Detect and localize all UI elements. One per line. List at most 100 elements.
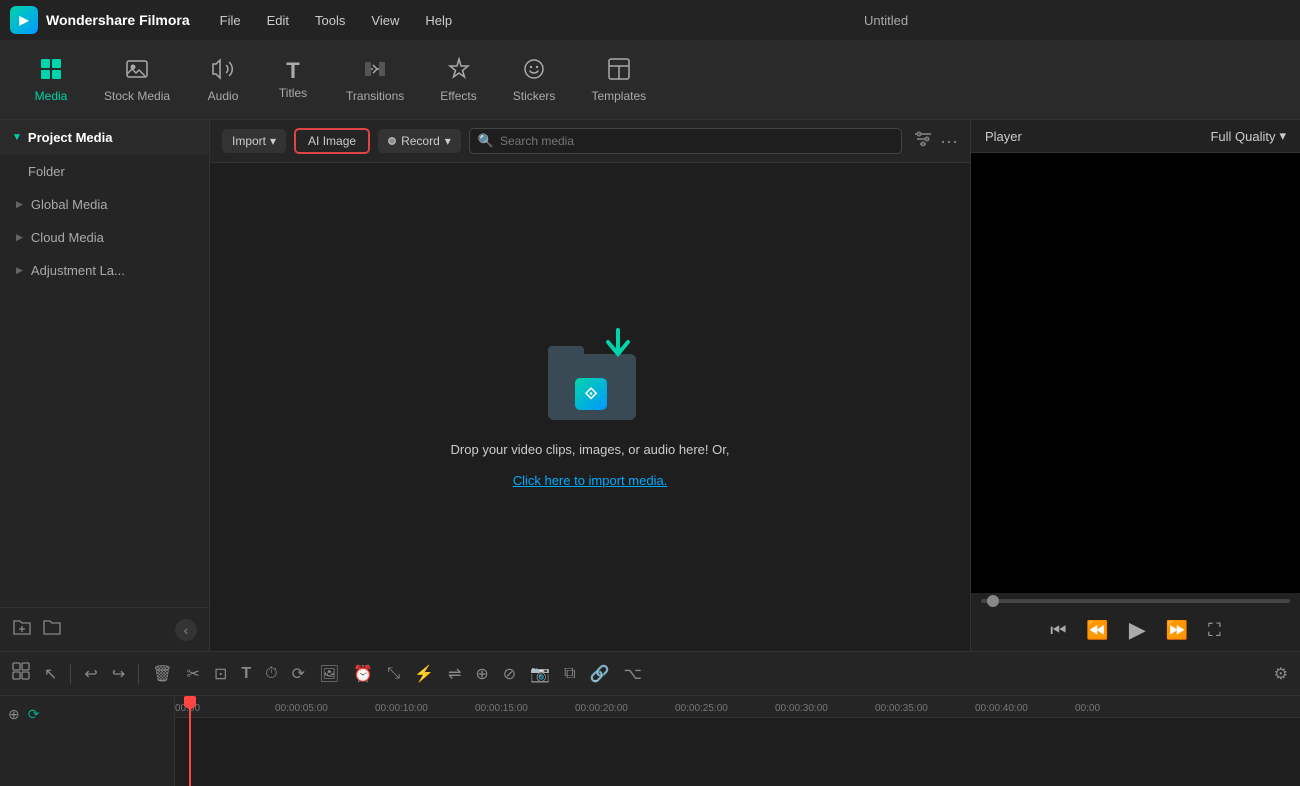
templates-icon [607,57,631,85]
folder-illustration: ⟐ [540,326,650,426]
tool-titles-label: Titles [279,86,307,100]
step-back-button[interactable]: ⏮ [1050,620,1066,641]
crop-button[interactable]: ⊡ [210,660,231,688]
tool-effects[interactable]: Effects [422,49,494,111]
ruler-mark-5: 00:00:25:00 [675,703,728,714]
tool-templates[interactable]: Templates [573,49,664,111]
tool-audio[interactable]: Audio [188,49,258,111]
sidebar-bottom: ‹ [0,607,209,651]
timeline-ruler-area: ⊕ ⟳ 00:00 00:00:05:00 00:00:10:00 00:00:… [0,696,1300,786]
sidebar-item-adjustment-layer[interactable]: ▶ Adjustment La... [0,254,209,287]
player-header: Player Full Quality ▾ [971,120,1300,153]
expand-button[interactable]: ⤡ [383,661,404,687]
tool-stickers[interactable]: Stickers [495,49,574,111]
adjustment-layer-label: Adjustment La... [31,263,125,278]
timeline-area: ↖ ↩ ↪ 🗑 ✂ ⊡ T ⏱ ⟳ 🖼 ⏰ ⤡ ⚡ ⇌ ⊕ ⊘ 📷 ⧉ 🔗 ⌥ … [0,651,1300,786]
timer-button[interactable]: ⏱ [261,661,281,687]
playhead[interactable] [189,696,191,786]
menu-tools[interactable]: Tools [305,9,355,32]
split-button[interactable]: ⌥ [619,660,645,688]
media-drop-area[interactable]: ⟐ Drop your video clips, images, or audi… [210,163,970,651]
timeline-track-labels: ⊕ ⟳ [0,696,175,786]
detach-audio-button[interactable]: ⊘ [499,660,520,688]
tool-media[interactable]: Media [16,49,86,111]
sidebar-title: Project Media [28,130,113,145]
ruler-mark-8: 00:00:40:00 [975,703,1028,714]
transitions-icon [363,57,387,85]
ruler-mark-9: 00:00 [1075,703,1100,714]
eq-button[interactable]: ⇌ [444,660,465,688]
add-track-icon[interactable]: ⊕ [8,706,20,723]
speed-button[interactable]: ⟳ [288,660,309,688]
tool-titles[interactable]: T Titles [258,52,328,108]
logo-icon: ▶ [10,6,38,34]
import-button[interactable]: Import ▾ [222,129,286,153]
tool-transitions[interactable]: Transitions [328,49,422,111]
media-icon [39,57,63,85]
folder-label: Folder [28,164,65,179]
search-input[interactable] [500,134,893,148]
link-track-icon[interactable]: ⟳ [28,706,40,723]
zap-button[interactable]: ⚡ [410,660,438,688]
ai-image-button[interactable]: AI Image [294,128,370,154]
image-adjust-button[interactable]: 🖼 [315,660,343,688]
player-label: Player [985,129,1022,144]
import-media-link[interactable]: Click here to import media. [513,473,668,488]
sidebar-item-folder[interactable]: Folder [0,155,209,188]
settings-button[interactable]: ⚙ [1270,660,1292,688]
menu-edit[interactable]: Edit [257,9,299,32]
frame-forward-button[interactable]: ⏩ [1166,620,1188,641]
tool-media-label: Media [35,89,68,103]
player-progress[interactable] [971,593,1300,609]
progress-track[interactable] [981,599,1290,603]
clock-button[interactable]: ⏰ [349,660,377,688]
redo-button[interactable]: ↪ [108,660,129,688]
ruler-mark-1: 00:00:05:00 [275,703,328,714]
tool-stock-media[interactable]: Stock Media [86,49,188,111]
app-logo: ▶ Wondershare Filmora [10,6,190,34]
cloud-media-label: Cloud Media [31,230,104,245]
tool-effects-label: Effects [440,89,476,103]
menu-file[interactable]: File [210,9,251,32]
sidebar-item-global-media[interactable]: ▶ Global Media [0,188,209,221]
cut-button[interactable]: ✂ [183,660,204,688]
ruler-mark-3: 00:00:15:00 [475,703,528,714]
record-dot-icon [388,137,396,145]
play-button[interactable]: ▶ [1129,617,1146,643]
quality-selector[interactable]: Full Quality ▾ [1210,128,1286,144]
timeline-layout-button[interactable] [8,658,34,689]
quality-label: Full Quality [1210,129,1275,144]
record-button[interactable]: Record ▾ [378,129,461,153]
sidebar-collapse-button[interactable]: ‹ [175,619,197,641]
menu-help[interactable]: Help [415,9,462,32]
new-folder-icon[interactable] [12,618,32,641]
delete-button[interactable]: 🗑 [148,660,176,688]
svg-text:⟐: ⟐ [585,386,598,403]
menu-view[interactable]: View [361,9,409,32]
menu-bar: ▶ Wondershare Filmora File Edit Tools Vi… [0,0,1300,40]
tool-audio-label: Audio [208,89,239,103]
titles-icon: T [286,60,299,82]
merge-button[interactable]: ⊕ [471,660,492,688]
filter-icon[interactable] [914,131,932,151]
fullscreen-button[interactable]: ⛶ [1208,620,1221,641]
right-panel: Player Full Quality ▾ ⏮ ⏪ ▶ ⏩ ⛶ [970,120,1300,651]
more-options-icon[interactable]: ··· [940,131,958,152]
cursor-button[interactable]: ↖ [40,660,61,688]
camera-button[interactable]: 📷 [526,660,554,688]
track-area[interactable] [175,718,1300,786]
pip-button[interactable]: ⧉ [560,661,579,687]
sidebar-chevron-icon: ▼ [12,132,22,143]
text-button[interactable]: T [237,661,255,687]
ruler-mark-6: 00:00:30:00 [775,703,828,714]
frame-back-button[interactable]: ⏪ [1086,620,1108,641]
player-screen [971,153,1300,593]
sidebar-item-cloud-media[interactable]: ▶ Cloud Media [0,221,209,254]
effects-icon [447,57,471,85]
search-icon: 🔍 [478,133,494,149]
undo-button[interactable]: ↩ [80,660,101,688]
progress-thumb[interactable] [987,595,999,607]
folder-icon[interactable] [42,618,62,641]
timeline-ruler[interactable]: 00:00 00:00:05:00 00:00:10:00 00:00:15:0… [175,696,1300,786]
link-button[interactable]: 🔗 [586,660,614,688]
